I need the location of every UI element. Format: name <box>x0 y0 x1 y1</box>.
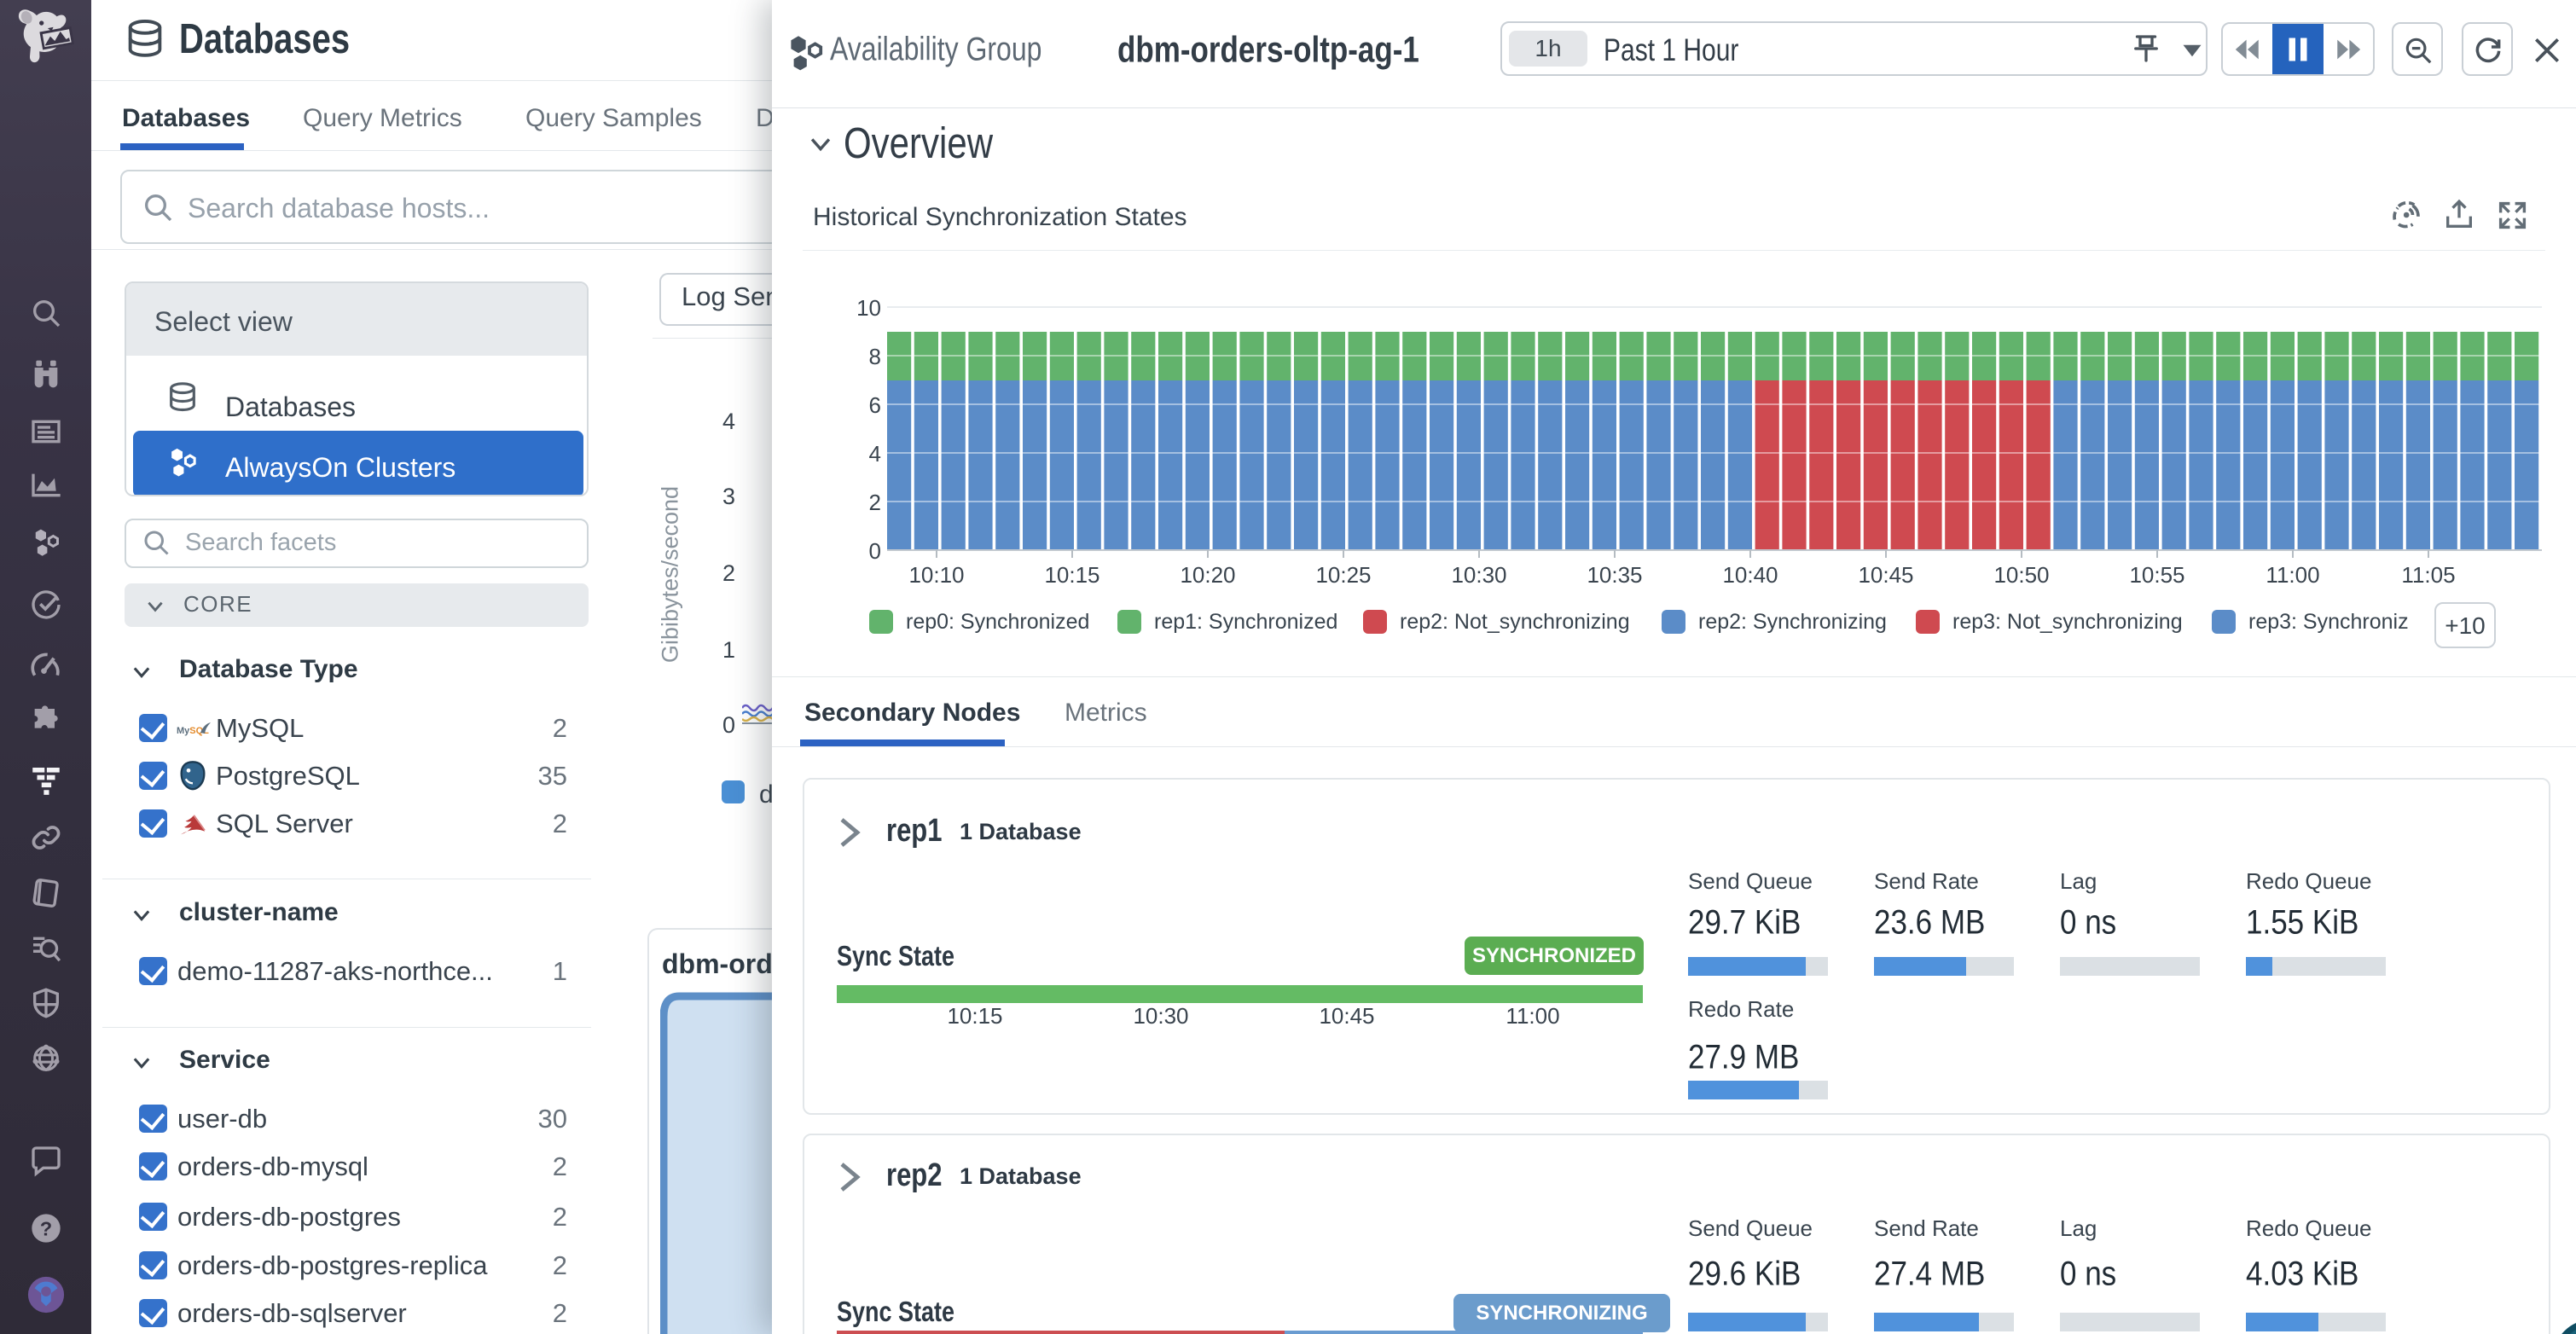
svg-text:4: 4 <box>869 441 881 467</box>
svg-text:8: 8 <box>869 344 881 369</box>
svg-text:10:10: 10:10 <box>908 562 964 588</box>
svg-text:0: 0 <box>869 538 881 564</box>
svg-text:10:35: 10:35 <box>1587 562 1642 588</box>
svg-text:10:25: 10:25 <box>1315 562 1371 588</box>
svg-text:11:00: 11:00 <box>2266 562 2319 588</box>
svg-text:?: ? <box>39 1217 51 1239</box>
svg-text:10:20: 10:20 <box>1180 562 1235 588</box>
svg-text:10:50: 10:50 <box>1993 562 2049 588</box>
svg-text:10:45: 10:45 <box>1858 562 1913 588</box>
svg-text:2: 2 <box>869 490 881 515</box>
svg-text:10:15: 10:15 <box>1044 562 1099 588</box>
svg-text:10: 10 <box>856 295 881 321</box>
svg-text:10:40: 10:40 <box>1722 562 1778 588</box>
svg-text:10:55: 10:55 <box>2129 562 2184 588</box>
svg-text:11:05: 11:05 <box>2401 562 2455 588</box>
svg-text:10:30: 10:30 <box>1451 562 1506 588</box>
svg-text:6: 6 <box>869 392 881 418</box>
